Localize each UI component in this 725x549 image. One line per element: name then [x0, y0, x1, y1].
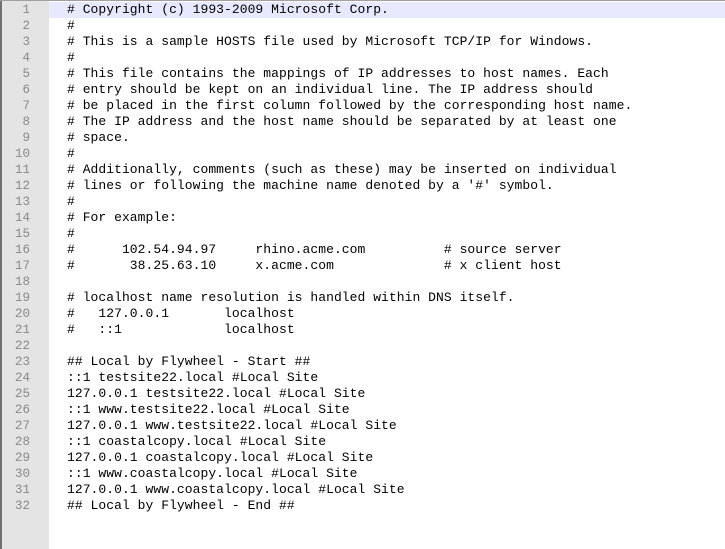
- text-line[interactable]: [49, 338, 725, 354]
- line-number: 30: [14, 467, 30, 481]
- line-number: 10: [14, 147, 30, 161]
- current-line[interactable]: # Copyright (c) 1993-2009 Microsoft Corp…: [49, 2, 725, 18]
- text-line[interactable]: ::1 www.testsite22.local #Local Site: [49, 402, 725, 418]
- line-number: 25: [14, 387, 30, 401]
- line-number: 3: [22, 35, 30, 49]
- text-line[interactable]: #: [49, 50, 725, 66]
- text-line[interactable]: # This is a sample HOSTS file used by Mi…: [49, 34, 725, 50]
- text-editor: 1 2 3 4 5 6 7 8 9 10 11 12 13 14 15 16 17 18 19 20 21 22 23 24 2…: [0, 0, 725, 549]
- line-number: 9: [22, 131, 30, 145]
- line-number: 20: [14, 307, 30, 321]
- text-line[interactable]: # ::1 localhost: [49, 322, 725, 338]
- text-line[interactable]: # Additionally, comments (such as these)…: [49, 162, 725, 178]
- line-number: 14: [14, 211, 30, 225]
- text-line[interactable]: #: [49, 146, 725, 162]
- line-number: 28: [14, 435, 30, 449]
- text-area[interactable]: # Copyright (c) 1993-2009 Microsoft Corp…: [49, 1, 725, 549]
- text-line[interactable]: # space.: [49, 130, 725, 146]
- text-line[interactable]: [49, 274, 725, 290]
- text-line[interactable]: 127.0.0.1 www.testsite22.local #Local Si…: [49, 418, 725, 434]
- line-number: 27: [14, 419, 30, 433]
- text-line[interactable]: 127.0.0.1 testsite22.local #Local Site: [49, 386, 725, 402]
- line-number: 32: [14, 499, 30, 513]
- line-number: 23: [14, 355, 30, 369]
- line-number: 5: [22, 67, 30, 81]
- text-line[interactable]: ## Local by Flywheel - End ##: [49, 498, 725, 514]
- line-number: 19: [14, 291, 30, 305]
- line-number: 31: [14, 483, 30, 497]
- text-line[interactable]: # For example:: [49, 210, 725, 226]
- line-number: 24: [14, 371, 30, 385]
- text-line[interactable]: # localhost name resolution is handled w…: [49, 290, 725, 306]
- line-number: 12: [14, 179, 30, 193]
- line-number: 13: [14, 195, 30, 209]
- text-line[interactable]: #: [49, 18, 725, 34]
- text-line[interactable]: # be placed in the first column followed…: [49, 98, 725, 114]
- text-line[interactable]: # 102.54.94.97 rhino.acme.com # source s…: [49, 242, 725, 258]
- text-line[interactable]: # This file contains the mappings of IP …: [49, 66, 725, 82]
- text-line[interactable]: # 127.0.0.1 localhost: [49, 306, 725, 322]
- text-line[interactable]: 127.0.0.1 www.coastalcopy.local #Local S…: [49, 482, 725, 498]
- text-line[interactable]: #: [49, 226, 725, 242]
- text-line[interactable]: # The IP address and the host name shoul…: [49, 114, 725, 130]
- text-line[interactable]: # lines or following the machine name de…: [49, 178, 725, 194]
- line-number: 7: [22, 99, 30, 113]
- line-number: 29: [14, 451, 30, 465]
- line-number: 17: [14, 259, 30, 273]
- text-line[interactable]: # entry should be kept on an individual …: [49, 82, 725, 98]
- line-number-gutter: 1 2 3 4 5 6 7 8 9 10 11 12 13 14 15 16 17 18 19 20 21 22 23 24 2…: [0, 1, 49, 549]
- line-number: 8: [22, 115, 30, 129]
- text-line[interactable]: ::1 coastalcopy.local #Local Site: [49, 434, 725, 450]
- line-number: 16: [14, 243, 30, 257]
- line-number: 15: [14, 227, 30, 241]
- text-line[interactable]: ::1 www.coastalcopy.local #Local Site: [49, 466, 725, 482]
- line-number: 21: [14, 323, 30, 337]
- text-line[interactable]: ::1 testsite22.local #Local Site: [49, 370, 725, 386]
- line-number: 18: [14, 275, 30, 289]
- text-line[interactable]: #: [49, 194, 725, 210]
- text-line[interactable]: 127.0.0.1 coastalcopy.local #Local Site: [49, 450, 725, 466]
- line-number: 11: [14, 163, 30, 177]
- text-line[interactable]: ## Local by Flywheel - Start ##: [49, 354, 725, 370]
- line-number: 26: [14, 403, 30, 417]
- line-number: 22: [14, 339, 30, 353]
- text-line[interactable]: # 38.25.63.10 x.acme.com # x client host: [49, 258, 725, 274]
- line-number: 2: [22, 19, 30, 33]
- line-number: 1: [22, 3, 30, 17]
- line-number: 6: [22, 83, 30, 97]
- line-number: 4: [22, 51, 30, 65]
